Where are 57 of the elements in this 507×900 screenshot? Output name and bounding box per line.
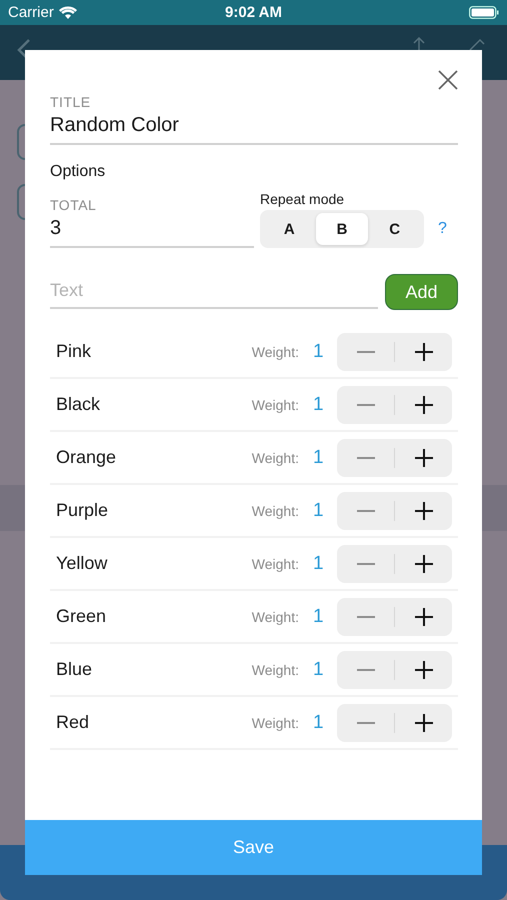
item-name: Orange [56,447,118,468]
item-name: Blue [56,659,94,680]
item-name: Green [56,606,108,627]
item-name: Yellow [56,553,108,574]
weight-label: Weight: [252,344,299,360]
minus-icon [356,350,374,352]
clock-label: 9:02 AM [225,4,282,21]
title-field[interactable]: TITLE Random Color [50,94,458,145]
plus-icon [414,660,432,678]
item-name: Black [56,394,102,415]
weight-value: 1 [313,552,325,574]
segment-option[interactable]: B [316,213,368,245]
weight-label: Weight: [252,556,299,572]
weight-label: Weight: [252,714,299,730]
field-label: TOTAL [50,197,98,213]
battery-icon [469,6,499,19]
segment-option[interactable]: C [368,213,422,245]
minus-icon [356,510,374,512]
weight-label: Weight: [252,502,299,518]
minus-icon [356,668,374,670]
weight-value: 1 [313,500,325,522]
wifi-icon [58,6,77,19]
total-field[interactable]: TOTAL 3 [50,197,254,248]
weight-value: 1 [313,606,325,628]
plus-icon [414,714,432,732]
plus-icon [414,608,432,626]
minus-icon [356,616,374,618]
weight-label: Weight: [252,396,299,412]
section-heading: Options [50,163,106,181]
weight-value: 1 [313,340,325,362]
field-label: TITLE [50,94,92,110]
item-name: Purple [56,500,110,521]
weight-value: 1 [313,394,325,416]
weight-label: Weight: [252,662,299,678]
field-value: 3 [50,217,62,240]
weight-value: 1 [313,658,325,680]
carrier-label: Carrier [8,4,54,21]
minus-icon [356,562,374,564]
close-icon [438,70,458,90]
weight-value: 1 [313,446,325,468]
item-name: Pink [56,341,92,362]
add-button[interactable]: Add [385,274,458,310]
plus-icon [414,502,432,520]
minus-icon [356,456,374,458]
plus-icon [414,448,432,466]
plus-icon [414,342,432,360]
minus-icon [356,722,374,724]
weight-value: 1 [313,712,325,734]
weight-label: Weight: [252,450,299,466]
plus-icon [414,554,432,572]
segment-option[interactable]: A [263,213,316,245]
weight-label: Weight: [252,608,299,624]
minus-icon [356,404,374,406]
plus-icon [414,396,432,414]
item-name: Red [56,712,90,733]
repeat-mode-label: Repeat mode [260,191,346,207]
field-value: Random Color [50,114,180,137]
